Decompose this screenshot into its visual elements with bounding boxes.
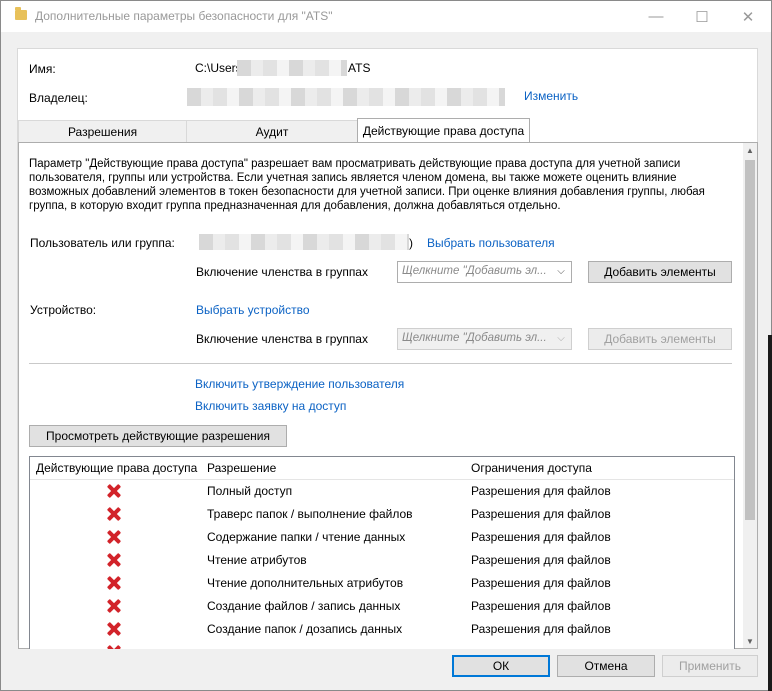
limit-cell: Разрешения для файлов (471, 484, 611, 498)
column-header-limited-by[interactable]: Ограничения доступа (471, 461, 592, 475)
denied-icon (106, 644, 122, 649)
table-row[interactable]: Создание папок / дозапись данных Разреше… (30, 618, 734, 641)
table-row[interactable]: Создание файлов / запись данных Разрешен… (30, 595, 734, 618)
user-group-label: Пользователь или группа: (30, 236, 175, 250)
device-label: Устройство: (30, 303, 97, 317)
user-add-items-button[interactable]: Добавить элементы (588, 261, 732, 283)
denied-icon (106, 483, 122, 499)
redacted-username (237, 60, 347, 76)
redacted-owner (187, 88, 505, 106)
table-row[interactable]: Траверс папок / выполнение файлов Разреш… (30, 503, 734, 526)
apply-button[interactable]: Применить (662, 655, 758, 677)
permission-cell: Траверс папок / выполнение файлов (207, 507, 413, 521)
window-title: Дополнительные параметры безопасности дл… (35, 9, 333, 23)
maximize-icon: ☐ (695, 8, 709, 26)
select-user-link[interactable]: Выбрать пользователя (427, 236, 555, 250)
ok-button[interactable]: ОК (452, 655, 550, 677)
table-row-partial[interactable] (30, 641, 734, 649)
minimize-button[interactable]: — (633, 1, 679, 32)
chevron-down-icon: ⌵ (557, 265, 565, 277)
tab-effective-access-label: Действующие права доступа (362, 123, 525, 138)
permission-cell: Полный доступ (207, 484, 293, 498)
device-membership-combo[interactable]: Щелкните "Добавить эл... ⌵ (397, 328, 572, 350)
tab-permissions[interactable]: Разрешения (18, 120, 187, 142)
limit-cell: Разрешения для файлов (471, 576, 611, 590)
tab-effective-access[interactable]: Действующие права доступа (357, 118, 530, 142)
effective-access-table: Действующие права доступа Разрешение Огр… (29, 456, 735, 649)
divider (29, 363, 732, 364)
vertical-scrollbar[interactable]: ▲ ▼ (743, 143, 757, 648)
device-membership-placeholder: Щелкните "Добавить эл... (402, 332, 547, 344)
scroll-down-icon[interactable]: ▼ (743, 634, 757, 648)
limit-cell: Разрешения для файлов (471, 553, 611, 567)
redacted-user-group (199, 234, 409, 250)
table-row[interactable]: Полный доступ Разрешения для файлов (30, 480, 734, 503)
maximize-button[interactable]: ☐ (679, 1, 725, 32)
dialog-window: Дополнительные параметры безопасности дл… (0, 0, 772, 691)
owner-label: Владелец: (29, 91, 88, 105)
device-add-items-button[interactable]: Добавить элементы (588, 328, 732, 350)
cancel-button[interactable]: Отмена (557, 655, 655, 677)
chevron-down-icon: ⌵ (557, 332, 565, 344)
user-membership-label: Включение членства в группах (196, 265, 368, 279)
limit-cell: Разрешения для файлов (471, 507, 611, 521)
device-membership-label: Включение членства в группах (196, 332, 368, 346)
name-prefix: C:\Users (195, 61, 242, 75)
limit-cell: Разрешения для файлов (471, 530, 611, 544)
title-bar: Дополнительные параметры безопасности дл… (1, 1, 771, 32)
folder-icon (15, 7, 27, 20)
minimize-icon: — (648, 8, 664, 25)
tab-permissions-label: Разрешения (67, 124, 138, 139)
user-membership-combo[interactable]: Щелкните "Добавить эл... ⌵ (397, 261, 572, 283)
tab-audit-label: Аудит (255, 124, 289, 139)
effective-access-panel: Параметр "Действующие права доступа" раз… (18, 142, 758, 649)
table-row[interactable]: Чтение атрибутов Разрешения для файлов (30, 549, 734, 572)
scroll-up-icon[interactable]: ▲ (743, 143, 757, 157)
column-header-access[interactable]: Действующие права доступа (36, 461, 197, 475)
permission-cell: Чтение атрибутов (207, 553, 307, 567)
denied-icon (106, 598, 122, 614)
table-row[interactable]: Чтение дополнительных атрибутов Разрешен… (30, 572, 734, 595)
user-membership-placeholder: Щелкните "Добавить эл... (402, 265, 547, 277)
tab-audit[interactable]: Аудит (186, 120, 358, 142)
table-header: Действующие права доступа Разрешение Огр… (30, 457, 734, 480)
change-owner-link[interactable]: Изменить (524, 89, 578, 103)
column-header-permission[interactable]: Разрешение (207, 461, 276, 475)
permission-cell: Создание папок / дозапись данных (207, 622, 403, 636)
denied-icon (106, 621, 122, 637)
dialog-content: Имя: C:\Users ATS Владелец: Изменить Раз… (1, 32, 771, 690)
tab-strip: Разрешения Аудит Действующие права досту… (18, 118, 756, 142)
limit-cell: Разрешения для файлов (471, 622, 611, 636)
permission-cell: Чтение дополнительных атрибутов (207, 576, 404, 590)
denied-icon (106, 529, 122, 545)
permission-cell: Содержание папки / чтение данных (207, 530, 406, 544)
scrollbar-thumb[interactable] (745, 160, 755, 520)
name-label: Имя: (29, 62, 56, 76)
denied-icon (106, 575, 122, 591)
enable-access-request-link[interactable]: Включить заявку на доступ (195, 399, 346, 413)
user-group-suffix: ) (409, 236, 413, 250)
denied-icon (106, 506, 122, 522)
close-icon: ✕ (741, 8, 755, 26)
limit-cell: Разрешения для файлов (471, 599, 611, 613)
select-device-link[interactable]: Выбрать устройство (196, 303, 310, 317)
table-row[interactable]: Содержание папки / чтение данных Разреше… (30, 526, 734, 549)
view-effective-access-button[interactable]: Просмотреть действующие разрешения (29, 425, 287, 447)
denied-icon (106, 552, 122, 568)
permission-cell: Создание файлов / запись данных (207, 599, 401, 613)
name-suffix: ATS (348, 61, 371, 75)
background-window-edge (768, 335, 772, 691)
close-button[interactable]: ✕ (725, 1, 771, 32)
description-text: Параметр "Действующие права доступа" раз… (29, 158, 705, 212)
enable-user-claim-link[interactable]: Включить утверждение пользователя (195, 377, 404, 391)
